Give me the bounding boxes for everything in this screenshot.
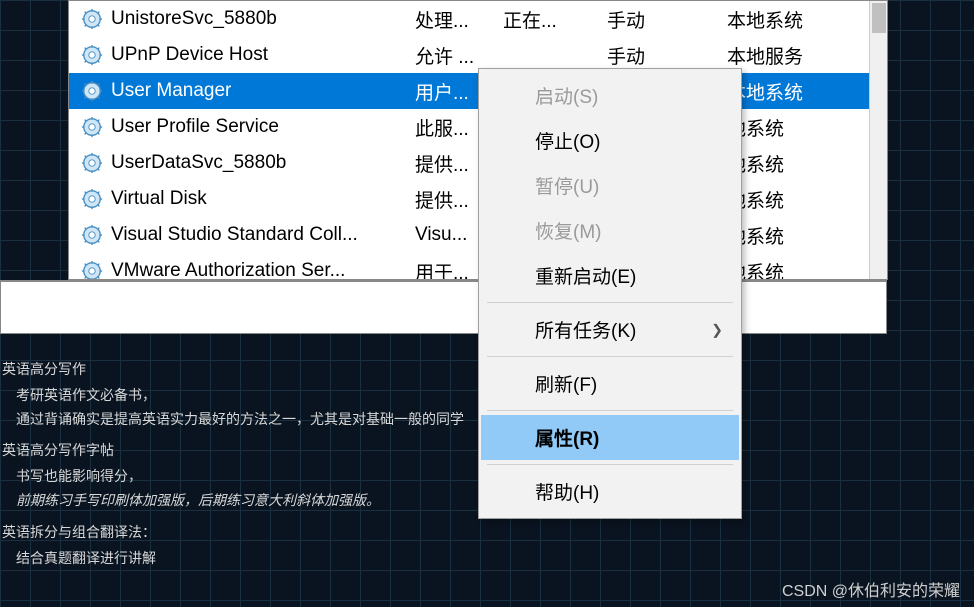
menu-pause[interactable]: 暂停(U) <box>481 163 739 208</box>
gear-icon <box>81 152 103 174</box>
gear-icon <box>81 116 103 138</box>
service-logon: 地系统 <box>727 258 827 281</box>
gear-icon <box>81 260 103 280</box>
menu-properties-label: 属性(R) <box>535 429 599 450</box>
service-name: UPnP Device Host <box>111 44 415 66</box>
note-heading: 英语高分写作 <box>2 358 464 382</box>
service-name: User Manager <box>111 80 415 102</box>
service-logon: 地系统 <box>727 186 827 213</box>
service-name: VMware Authorization Ser... <box>111 260 415 280</box>
menu-all-tasks-label: 所有任务(K) <box>535 321 636 342</box>
menu-stop[interactable]: 停止(O) <box>481 118 739 163</box>
gear-icon <box>81 80 103 102</box>
menu-separator <box>487 356 733 357</box>
panel-footer <box>0 280 887 334</box>
context-menu: 启动(S) 停止(O) 暂停(U) 恢复(M) 重新启动(E) 所有任务(K) … <box>478 68 742 519</box>
notes-section: 英语高分写作 考研英语作文必备书， 通过背诵确实是提高英语实力最好的方法之一，尤… <box>2 350 464 570</box>
service-logon: 地系统 <box>727 222 827 249</box>
gear-icon <box>81 8 103 30</box>
note-line: 结合真题翻译进行讲解 <box>2 547 464 571</box>
service-name: UnistoreSvc_5880b <box>111 8 415 30</box>
service-name: User Profile Service <box>111 116 415 138</box>
service-logon: 本地服务 <box>727 42 827 69</box>
service-desc: 处理... <box>415 6 503 33</box>
note-line: 通过背诵确实是提高英语实力最好的方法之一，尤其是对基础一般的同学 <box>2 408 464 432</box>
menu-resume[interactable]: 恢复(M) <box>481 208 739 253</box>
menu-refresh[interactable]: 刷新(F) <box>481 361 739 406</box>
gear-icon <box>81 44 103 66</box>
menu-properties[interactable]: 属性(R) <box>481 415 739 460</box>
service-logon: 地系统 <box>727 114 827 141</box>
service-status: 正在... <box>503 6 607 33</box>
scrollbar[interactable] <box>869 1 887 279</box>
service-name: UserDataSvc_5880b <box>111 152 415 174</box>
service-name: Visual Studio Standard Coll... <box>111 224 415 246</box>
menu-separator <box>487 464 733 465</box>
menu-separator <box>487 302 733 303</box>
note-heading: 英语拆分与组合翻译法： <box>2 521 464 545</box>
menu-separator <box>487 410 733 411</box>
note-heading: 英语高分写作字帖 <box>2 439 464 463</box>
menu-help[interactable]: 帮助(H) <box>481 469 739 514</box>
service-logon: 地系统 <box>727 150 827 177</box>
service-row[interactable]: UnistoreSvc_5880b 处理... 正在... 手动 本地系统 <box>69 1 887 37</box>
scroll-thumb[interactable] <box>872 3 886 33</box>
gear-icon <box>81 188 103 210</box>
menu-restart[interactable]: 重新启动(E) <box>481 253 739 298</box>
note-line: 书写也能影响得分， <box>2 465 464 489</box>
menu-start[interactable]: 启动(S) <box>481 73 739 118</box>
chevron-right-icon: ❯ <box>711 321 723 338</box>
gear-icon <box>81 224 103 246</box>
menu-all-tasks[interactable]: 所有任务(K) ❯ <box>481 307 739 352</box>
service-logon: 本地系统 <box>727 6 827 33</box>
watermark: CSDN @休伯利安的荣耀 <box>782 577 960 601</box>
note-line: 前期练习手写印刷体加强版，后期练习意大利斜体加强版。 <box>2 489 464 513</box>
service-startup: 手动 <box>607 6 727 33</box>
service-logon: 本地系统 <box>727 78 827 105</box>
service-name: Virtual Disk <box>111 188 415 210</box>
note-line: 考研英语作文必备书， <box>2 384 464 408</box>
service-desc: 允许 ... <box>415 42 503 69</box>
service-startup: 手动 <box>607 42 727 69</box>
